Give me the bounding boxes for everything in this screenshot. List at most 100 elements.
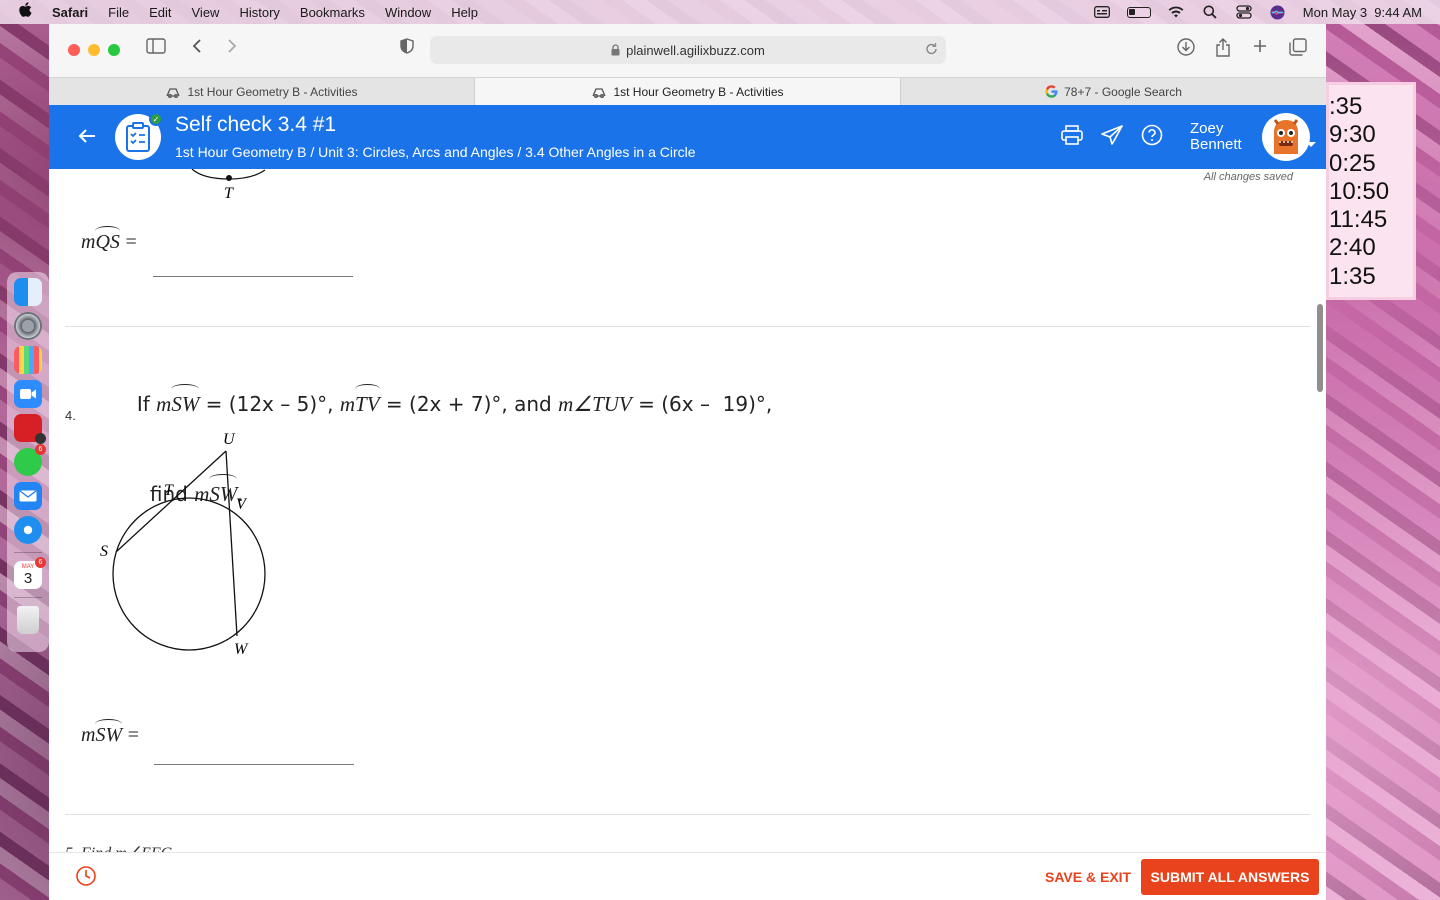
- zoom-window-button[interactable]: [108, 44, 120, 56]
- note-line: 11:45: [1329, 206, 1388, 234]
- user-menu-caret-icon[interactable]: [1306, 142, 1316, 147]
- google-logo-icon: [1045, 85, 1058, 98]
- address-bar[interactable]: plainwell.agilixbuzz.com: [430, 36, 946, 64]
- scrollbar-thumb[interactable]: [1317, 304, 1323, 392]
- answer-equals: =: [127, 724, 139, 746]
- timer-clock-icon[interactable]: [75, 865, 97, 887]
- point-label-t: T: [224, 185, 233, 202]
- question5-preview: 5. Find m∠EFG: [65, 843, 172, 852]
- question4-answer-input[interactable]: [154, 741, 354, 765]
- print-icon[interactable]: [1059, 122, 1085, 148]
- minimize-window-button[interactable]: [88, 44, 100, 56]
- trash-icon[interactable]: [17, 606, 39, 634]
- menubar-clock[interactable]: Mon May 3 9:44 AM: [1303, 5, 1422, 20]
- point-label-v: V: [236, 496, 246, 513]
- menu-edit[interactable]: Edit: [149, 5, 171, 20]
- calendar-badge: 6: [35, 557, 46, 568]
- apple-menu-icon[interactable]: [18, 2, 38, 22]
- input-source-icon[interactable]: [1093, 5, 1111, 19]
- zoom-icon[interactable]: [14, 380, 42, 408]
- tab-label: 78+7 - Google Search: [1064, 84, 1182, 99]
- calendar-icon[interactable]: MAY 3 6: [14, 557, 46, 589]
- back-nav-icon[interactable]: [185, 38, 209, 59]
- lock-icon: [611, 44, 620, 56]
- prompt-expr1: = (12x – 5)°,: [199, 392, 340, 416]
- tab-label: 1st Hour Geometry B - Activities: [187, 84, 358, 99]
- question-divider: [65, 814, 1310, 815]
- answer-arc-sw: SW: [95, 719, 123, 746]
- spotlight-search-icon[interactable]: [1201, 5, 1219, 19]
- system-preferences-icon[interactable]: [14, 312, 42, 340]
- avatar[interactable]: [1262, 113, 1310, 161]
- menu-history[interactable]: History: [239, 5, 279, 20]
- menu-help[interactable]: Help: [451, 5, 478, 20]
- browser-tab-3[interactable]: 78+7 - Google Search: [901, 78, 1326, 105]
- dock-separator: [14, 552, 42, 553]
- user-name[interactable]: Zoey Bennett: [1190, 121, 1242, 153]
- send-icon[interactable]: [1099, 122, 1125, 148]
- answer-label: mSW =: [81, 719, 139, 747]
- browser-tab-1[interactable]: 1st Hour Geometry B - Activities: [49, 78, 475, 105]
- dock-separator: [14, 597, 42, 598]
- window-controls: [68, 44, 120, 56]
- user-last-name: Bennett: [1190, 136, 1242, 153]
- menu-file[interactable]: File: [108, 5, 129, 20]
- battery-icon[interactable]: [1126, 6, 1151, 18]
- save-status: All changes saved: [1203, 171, 1293, 183]
- monster-avatar-icon: [1273, 119, 1299, 154]
- tab-overview-icon[interactable]: [1286, 38, 1310, 61]
- question3-answer-row: mQS =: [81, 226, 137, 254]
- new-tab-icon[interactable]: [1248, 38, 1272, 59]
- question4-circle-diagram: [112, 450, 266, 651]
- prompt-angle-tuv: m∠TUV: [558, 392, 632, 416]
- back-arrow-icon[interactable]: [75, 124, 99, 150]
- menubar-status-area: Mon May 3 9:44 AM: [1093, 5, 1422, 20]
- note-line: :35: [1329, 93, 1363, 120]
- footer-bar: SAVE & EXIT SUBMIT ALL ANSWERS: [49, 852, 1326, 900]
- close-window-button[interactable]: [68, 44, 80, 56]
- forward-nav-icon[interactable]: [220, 38, 244, 59]
- buzz-logo-icon: [592, 87, 607, 98]
- tab-bar: 1st Hour Geometry B - Activities 1st Hou…: [49, 77, 1326, 105]
- point-label-t: T: [164, 482, 173, 499]
- downloads-icon[interactable]: [1174, 38, 1198, 61]
- help-icon[interactable]: [1139, 122, 1165, 148]
- question3-answer-input[interactable]: [153, 253, 353, 277]
- prompt-expr3: = (6x – 19)°,: [631, 392, 773, 416]
- privacy-shield-icon[interactable]: [395, 38, 419, 59]
- photo-booth-icon[interactable]: [14, 414, 46, 444]
- breadcrumb[interactable]: 1st Hour Geometry B / Unit 3: Circles, A…: [175, 144, 696, 160]
- control-center-icon[interactable]: [1235, 5, 1253, 19]
- arc-tv: TV: [355, 384, 380, 419]
- submit-all-answers-button[interactable]: SUBMIT ALL ANSWERS: [1141, 859, 1319, 895]
- browser-toolbar: plainwell.agilixbuzz.com: [49, 24, 1326, 77]
- note-line: 1:35: [1329, 262, 1376, 290]
- prompt-m1: m: [156, 392, 172, 416]
- answer-label: mQS =: [81, 226, 137, 254]
- menu-bookmarks[interactable]: Bookmarks: [300, 5, 365, 20]
- menu-bar: Safari File Edit View History Bookmarks …: [0, 0, 1440, 24]
- menu-app-safari[interactable]: Safari: [52, 5, 88, 20]
- tab-label: 1st Hour Geometry B - Activities: [613, 84, 784, 99]
- share-icon[interactable]: [1211, 38, 1235, 63]
- messages-icon[interactable]: 6: [14, 444, 46, 476]
- menu-view[interactable]: View: [192, 5, 220, 20]
- safari-icon[interactable]: [14, 516, 42, 544]
- sidebar-toggle-icon[interactable]: [144, 38, 168, 59]
- messages-badge: 6: [35, 444, 46, 455]
- prompt-expr2: = (2x + 7)°, and: [379, 392, 559, 416]
- launchpad-icon[interactable]: [14, 346, 42, 374]
- browser-tab-2[interactable]: 1st Hour Geometry B - Activities: [475, 78, 901, 105]
- mail-icon[interactable]: [14, 482, 42, 510]
- siri-icon[interactable]: [1269, 5, 1287, 19]
- point-label-s: S: [100, 543, 108, 560]
- safari-window: plainwell.agilixbuzz.com 1st Hour Geomet…: [49, 24, 1326, 900]
- wifi-icon[interactable]: [1167, 5, 1185, 19]
- reload-icon[interactable]: [925, 42, 938, 59]
- question-number: 4.: [65, 408, 76, 423]
- save-exit-button[interactable]: SAVE & EXIT: [1045, 869, 1131, 885]
- answer-arc-qs: QS: [95, 226, 121, 253]
- menu-window[interactable]: Window: [385, 5, 431, 20]
- header-actions: [1059, 122, 1165, 148]
- finder-icon[interactable]: [14, 278, 42, 306]
